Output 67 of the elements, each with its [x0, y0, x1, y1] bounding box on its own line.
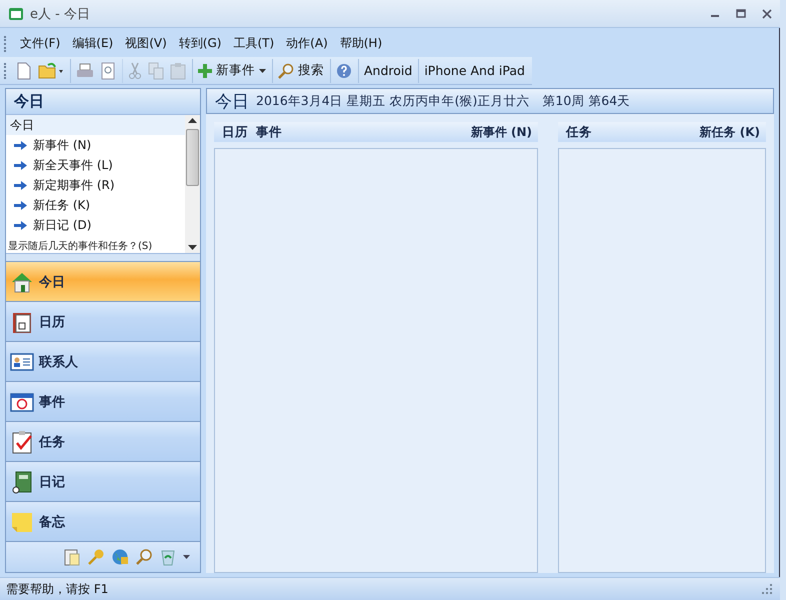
week-text: 第10周 第64天	[542, 92, 630, 110]
arrow-icon	[14, 180, 27, 190]
arrow-icon	[14, 200, 27, 210]
new-event-button[interactable]: 新事件	[192, 58, 269, 82]
menu-item[interactable]: 帮助(H)	[334, 33, 388, 54]
nav-button[interactable]: 日历	[6, 302, 200, 342]
folder-icon	[38, 62, 64, 80]
section-label: 今日	[6, 115, 185, 135]
document-icon	[16, 62, 32, 80]
key-icon[interactable]	[87, 548, 105, 566]
scissors-icon	[128, 62, 142, 80]
action-link[interactable]: 新日记 (D)	[33, 216, 92, 234]
scroll-up-icon[interactable]	[188, 118, 197, 123]
clipboard-icon[interactable]	[63, 548, 81, 566]
action-link[interactable]: 新任务 (K)	[700, 124, 760, 140]
action-link[interactable]: 显示随后几天的事件和任务？(S)	[6, 235, 185, 253]
checklist-icon	[10, 430, 34, 454]
clipboard-icon	[170, 62, 186, 80]
search-button[interactable]: 搜索	[272, 58, 327, 82]
recycle-bin-icon[interactable]	[159, 548, 177, 566]
status-text: 需要帮助，请按 F1	[6, 580, 108, 598]
plus-icon	[198, 64, 212, 78]
arrow-icon	[14, 160, 27, 170]
nav-button[interactable]: 备忘	[6, 502, 200, 542]
action-link[interactable]: 新事件 (N)	[470, 124, 532, 140]
scrollbar[interactable]	[185, 115, 200, 253]
menu-item[interactable]: 动作(A)	[281, 33, 333, 54]
globe-icon[interactable]	[111, 548, 129, 566]
action-link[interactable]: 新事件 (N)	[33, 136, 92, 154]
menu-item[interactable]: 工具(T)	[228, 33, 280, 54]
menu-item[interactable]: 编辑(E)	[67, 33, 118, 54]
column-heading: 事件	[256, 124, 282, 140]
column-heading: 任务	[566, 124, 592, 140]
notebook-icon	[10, 470, 34, 494]
panel-header: 今日	[6, 89, 200, 115]
nav-button[interactable]: 今日	[6, 262, 200, 302]
action-link[interactable]: 新全天事件 (L)	[33, 156, 113, 174]
window-title: e人 - 今日	[30, 6, 90, 22]
help-icon	[336, 62, 352, 78]
menu-item[interactable]: 文件(F)	[15, 33, 66, 54]
dropdown-icon[interactable]	[183, 555, 190, 559]
maximize-icon[interactable]	[736, 8, 746, 18]
nav-button[interactable]: 联系人	[6, 342, 200, 382]
menu-item[interactable]: 视图(V)	[120, 33, 172, 54]
column-heading: 日历	[222, 124, 248, 140]
printer-icon	[76, 62, 94, 78]
view-title: 今日	[215, 90, 249, 112]
search-icon[interactable]	[135, 548, 153, 566]
app-icon	[8, 6, 24, 22]
nav-button[interactable]: 任务	[6, 422, 200, 462]
nav-button[interactable]: 日记	[6, 462, 200, 502]
search-icon	[278, 62, 294, 78]
menu-item[interactable]: 转到(G)	[174, 33, 226, 54]
arrow-icon	[14, 140, 27, 150]
nav-button[interactable]: 事件	[6, 382, 200, 422]
action-link[interactable]: 新任务 (K)	[33, 196, 90, 214]
preview-icon	[100, 62, 116, 80]
resize-grip-icon	[762, 584, 772, 594]
date-text: 2016年3月4日 星期五 农历丙申年(猴)正月廿六	[256, 92, 530, 110]
caret-icon	[259, 68, 266, 72]
scroll-down-icon[interactable]	[188, 245, 197, 250]
copy-icon	[148, 62, 164, 80]
close-icon[interactable]	[762, 8, 772, 18]
platform-button[interactable]: Android	[358, 58, 416, 82]
platform-button[interactable]: iPhone And iPad	[418, 58, 528, 82]
arrow-icon	[14, 220, 27, 230]
action-link[interactable]: 新定期事件 (R)	[33, 176, 115, 194]
